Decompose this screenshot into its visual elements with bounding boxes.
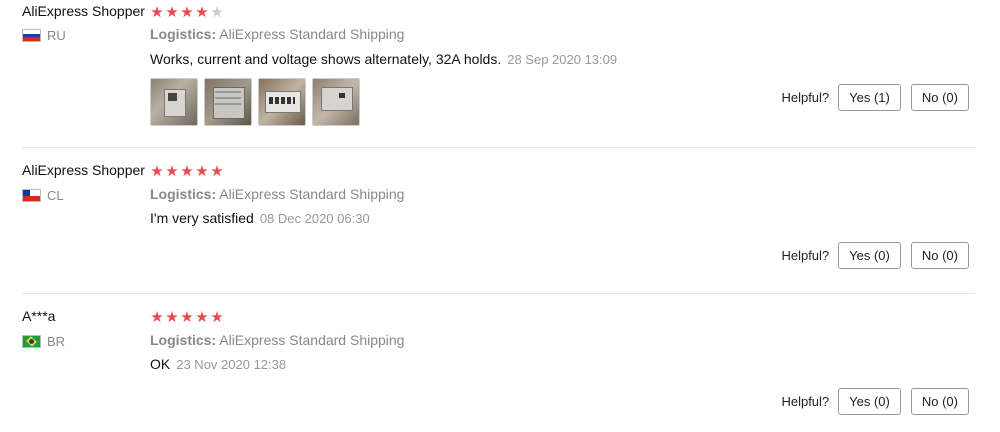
helpful-yes-button[interactable]: Yes (0) [838,388,901,415]
star-icon: ★ [210,309,224,326]
helpful-controls: Helpful? Yes (0) No (0) [781,388,969,415]
reviewer-name: A***a [22,308,56,324]
logistics-label: Logistics: [150,26,217,42]
star-icon: ★ [150,309,164,326]
review-divider [22,293,975,294]
review-comment: Works, current and voltage shows alterna… [150,51,617,67]
comment-text: Works, current and voltage shows alterna… [150,51,502,67]
helpful-label: Helpful? [781,394,830,409]
star-icon: ★ [180,309,194,326]
brazil-flag-icon [22,335,41,348]
logistics-info: Logistics: AliExpress Standard Shipping [150,186,404,202]
reviewer-country: RU [22,28,66,43]
star-icon: ★ [195,163,209,180]
star-icon: ★ [210,163,224,180]
reviewer-name: AliExpress Shopper [22,3,145,19]
logistics-label: Logistics: [150,186,217,202]
review-date: 23 Nov 2020 12:38 [176,357,287,372]
star-icon: ★ [165,163,179,180]
review-comment: I'm very satisfied 08 Dec 2020 06:30 [150,210,370,226]
review-photo-thumbnail[interactable] [150,78,198,126]
country-code: CL [47,188,64,203]
star-icon: ★ [150,163,164,180]
logistics-value: AliExpress Standard Shipping [219,26,405,42]
helpful-controls: Helpful? Yes (1) No (0) [781,84,969,111]
helpful-no-button[interactable]: No (0) [910,84,969,111]
country-code: BR [47,334,66,349]
logistics-value: AliExpress Standard Shipping [219,186,405,202]
reviewer-country: BR [22,334,65,349]
star-rating: ★ ★ ★ ★ ★ [150,310,224,325]
star-icon: ★ [180,163,194,180]
helpful-controls: Helpful? Yes (0) No (0) [781,242,969,269]
logistics-value: AliExpress Standard Shipping [219,332,405,348]
star-rating: ★ ★ ★ ★ ★ [150,164,224,179]
helpful-label: Helpful? [781,248,830,263]
helpful-no-button[interactable]: No (0) [910,242,969,269]
helpful-label: Helpful? [781,90,830,105]
review-divider [22,147,975,148]
logistics-label: Logistics: [150,332,217,348]
helpful-yes-button[interactable]: Yes (0) [838,242,901,269]
helpful-yes-button[interactable]: Yes (1) [838,84,901,111]
review-photo-thumbnail[interactable] [258,78,306,126]
star-icon: ★ [195,309,209,326]
review-date: 08 Dec 2020 06:30 [259,211,370,226]
review-date: 28 Sep 2020 13:09 [507,52,618,67]
star-icon: ★ [195,4,209,21]
review-comment: OK 23 Nov 2020 12:38 [150,356,286,372]
helpful-no-button[interactable]: No (0) [910,388,969,415]
logistics-info: Logistics: AliExpress Standard Shipping [150,26,404,42]
logistics-info: Logistics: AliExpress Standard Shipping [150,332,404,348]
star-empty-icon: ★ [210,4,224,21]
star-icon: ★ [180,4,194,21]
review-photo-thumbnail[interactable] [204,78,252,126]
star-icon: ★ [165,309,179,326]
reviewer-name: AliExpress Shopper [22,162,145,178]
reviewer-country: CL [22,188,64,203]
review-photos [150,78,360,126]
chile-flag-icon [22,189,41,202]
russia-flag-icon [22,29,41,42]
star-rating: ★ ★ ★ ★ ★ [150,5,224,20]
comment-text: I'm very satisfied [150,210,254,226]
star-icon: ★ [165,4,179,21]
review-photo-thumbnail[interactable] [312,78,360,126]
star-icon: ★ [150,4,164,21]
country-code: RU [47,28,66,43]
comment-text: OK [150,356,171,372]
